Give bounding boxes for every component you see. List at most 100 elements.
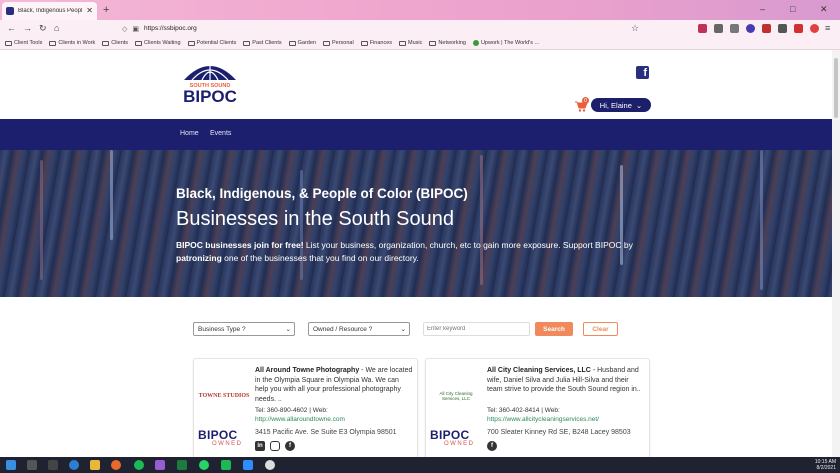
menu-icon[interactable]: ≡ xyxy=(825,22,830,35)
search-button[interactable]: Search xyxy=(535,322,573,336)
reload-icon[interactable]: ↻ xyxy=(39,22,47,35)
new-tab-button[interactable]: + xyxy=(103,3,109,17)
zoom-icon[interactable] xyxy=(243,460,253,470)
hero-title: Businesses in the South Sound xyxy=(176,208,454,230)
pocket-icon[interactable] xyxy=(698,24,707,33)
close-window-button[interactable]: ✕ xyxy=(820,3,828,15)
extension-circle-icon[interactable] xyxy=(810,24,819,33)
bookmark-item[interactable]: Clients Waiting xyxy=(135,40,181,46)
bookmark-item[interactable]: Music xyxy=(399,40,422,46)
task-view-icon[interactable] xyxy=(48,460,58,470)
extension-pen-icon[interactable] xyxy=(778,24,787,33)
folder-icon xyxy=(49,40,57,46)
start-icon[interactable] xyxy=(6,460,16,470)
app3-icon[interactable] xyxy=(265,460,275,470)
facebook-icon[interactable]: f xyxy=(285,441,295,451)
folder-icon xyxy=(135,40,143,46)
library-icon[interactable] xyxy=(730,24,739,33)
upwork-icon xyxy=(472,40,479,46)
browser-navbar: ← → ↻ ⌂ ◇ ▣ https://ssbipoc.org ☆ ≡ xyxy=(0,20,840,37)
download-icon[interactable] xyxy=(714,24,723,33)
facebook-icon[interactable]: f xyxy=(487,441,497,451)
scrollbar-thumb[interactable] xyxy=(834,58,838,118)
folder-icon xyxy=(399,40,407,46)
chevron-down-icon: ⌄ xyxy=(635,100,643,110)
bookmarks-bar: Client Tools Clients in Work Clients Cli… xyxy=(0,37,840,50)
listing-name[interactable]: All Around Towne Photography xyxy=(255,367,359,374)
hero-paint-stroke xyxy=(40,160,43,280)
listing-socials: in f xyxy=(255,441,295,451)
url-text: https://ssbipoc.org xyxy=(144,25,197,32)
browser-tab[interactable]: Black, Indigenous People of Co ✕ xyxy=(2,2,97,20)
shield-icon: ◇ xyxy=(122,25,128,33)
listing-website-link[interactable]: http://www.allaroundtowne.com xyxy=(255,416,345,423)
menu-item-events[interactable]: Events xyxy=(210,130,231,137)
listing-phone: Tel: 360-402-8414 | Web: xyxy=(487,407,560,414)
forward-icon[interactable]: → xyxy=(23,22,32,35)
extension-red-icon[interactable] xyxy=(762,24,771,33)
bookmark-item[interactable]: Networking xyxy=(429,40,466,46)
firefox-icon[interactable] xyxy=(111,460,121,470)
app2-icon[interactable] xyxy=(221,460,231,470)
menu-item-home[interactable]: Home xyxy=(180,130,199,137)
bookmark-item[interactable]: Garden xyxy=(288,40,316,46)
business-type-select[interactable]: Business Type ? ⌄ xyxy=(193,322,295,336)
folder-icon xyxy=(243,40,251,46)
tab-title: Black, Indigenous People of Co xyxy=(18,8,82,14)
bookmark-item[interactable]: Upwork | The World's ... xyxy=(472,40,539,46)
web-page: SOUTH SOUND BIPOC f 0 Hi, Elaine ⌄ Home … xyxy=(0,50,840,457)
bipoc-owned-badge: BIPOC OWNED xyxy=(430,428,475,447)
minimize-button[interactable]: – xyxy=(760,3,765,15)
linkedin-icon[interactable]: in xyxy=(255,441,265,451)
excel-icon[interactable] xyxy=(177,460,187,470)
url-bar[interactable]: ◇ ▣ https://ssbipoc.org xyxy=(120,22,650,35)
listing-summary: All City Cleaning Services, LLC - Husban… xyxy=(487,367,641,393)
facebook-icon[interactable]: f xyxy=(636,66,649,79)
folder-icon xyxy=(5,40,12,46)
browser-titlebar: Black, Indigenous People of Co ✕ + – □ ✕ xyxy=(0,0,840,20)
search-icon[interactable] xyxy=(27,460,37,470)
owned-resource-select[interactable]: Owned / Resource ? ⌄ xyxy=(308,322,410,336)
home-icon[interactable]: ⌂ xyxy=(54,22,59,35)
user-greeting: Hi, Elaine xyxy=(599,100,632,110)
page-scrollbar[interactable] xyxy=(832,50,840,457)
clear-button[interactable]: Clear xyxy=(583,322,618,336)
user-menu-button[interactable]: Hi, Elaine ⌄ xyxy=(591,98,651,112)
hero-desc-bold: patronizing xyxy=(176,253,222,263)
app-icon[interactable] xyxy=(155,460,165,470)
hero-description: BIPOC businesses join for free! List you… xyxy=(176,239,646,265)
extension-icon[interactable] xyxy=(746,24,755,33)
listing-card[interactable]: All City Cleaning Services, LLC All City… xyxy=(425,358,650,457)
edge-icon[interactable] xyxy=(69,460,79,470)
maximize-button[interactable]: □ xyxy=(790,3,795,15)
tab-close-icon[interactable]: ✕ xyxy=(86,7,93,15)
spotify-icon[interactable] xyxy=(134,460,144,470)
extension-new-icon[interactable] xyxy=(794,24,803,33)
bookmark-item[interactable]: Past Clients xyxy=(243,40,282,46)
os-taskbar: 10:15 AM 8/2/2021 xyxy=(0,457,840,473)
hero-paint-stroke xyxy=(760,150,763,290)
hero-desc-text: List your business, organization, church… xyxy=(303,240,633,250)
keyword-input[interactable] xyxy=(423,322,530,336)
taskbar-clock[interactable]: 10:15 AM 8/2/2021 xyxy=(815,459,836,471)
cart-count-badge: 0 xyxy=(582,97,589,104)
hero-subtitle: Black, Indigenous, & People of Color (BI… xyxy=(176,186,468,201)
bookmark-item[interactable]: Potential Clients xyxy=(187,40,236,46)
listing-name[interactable]: All City Cleaning Services, LLC xyxy=(487,367,591,374)
bookmark-star-icon[interactable]: ☆ xyxy=(631,22,639,35)
listing-website-link[interactable]: https://www.allcitycleaningservices.net/ xyxy=(487,416,599,423)
back-icon[interactable]: ← xyxy=(7,22,16,35)
bookmark-item[interactable]: Personal xyxy=(323,40,354,46)
bookmark-item[interactable]: Clients xyxy=(102,40,128,46)
site-logo[interactable]: SOUTH SOUND BIPOC xyxy=(178,56,242,106)
folder-icon xyxy=(102,40,110,46)
whatsapp-icon[interactable] xyxy=(199,460,209,470)
bookmark-item[interactable]: Finances xyxy=(360,40,392,46)
file-explorer-icon[interactable] xyxy=(90,460,100,470)
listing-socials: f xyxy=(487,441,497,451)
listing-card[interactable]: TOWNE STUDIOS All Around Towne Photograp… xyxy=(193,358,418,457)
folder-icon xyxy=(429,40,437,46)
bookmark-item[interactable]: Client Tools xyxy=(5,40,42,46)
bookmark-item[interactable]: Clients in Work xyxy=(49,40,95,46)
instagram-icon[interactable] xyxy=(270,441,280,451)
